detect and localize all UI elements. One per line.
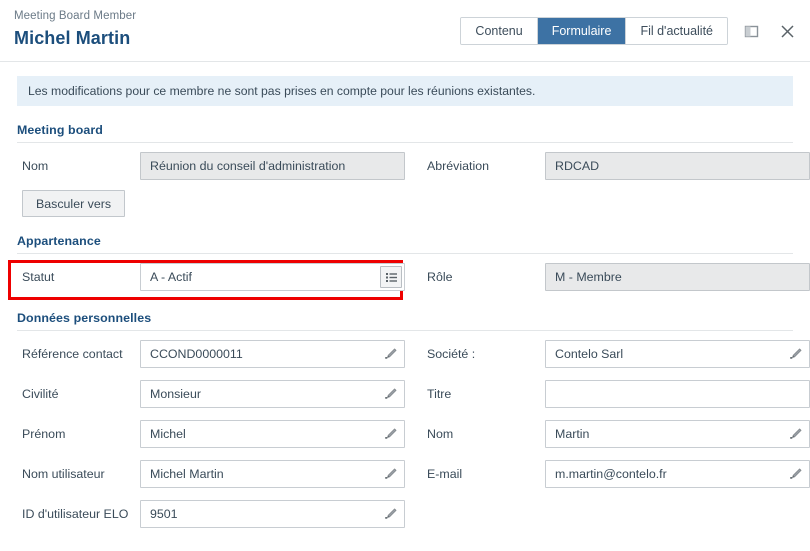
field-label-id-d-utilisateur-elo: ID d'utilisateur ELO: [22, 507, 129, 521]
field-nom-utilisateur: Nom utilisateur Michel Martin: [17, 460, 405, 488]
pencil-icon[interactable]: [381, 424, 401, 444]
field-prenom: Prénom Michel: [17, 420, 405, 448]
pencil-icon[interactable]: [786, 424, 806, 444]
field-nom: Nom Réunion du conseil d'administration: [17, 152, 405, 180]
field-text-statut: A - Actif: [150, 270, 193, 284]
pencil-icon[interactable]: [381, 344, 401, 364]
tab-contenu[interactable]: Contenu: [461, 18, 538, 44]
field-label-societe: Société :: [427, 347, 476, 361]
field-id-d-utilisateur-elo: ID d'utilisateur ELO 9501: [17, 500, 405, 528]
field-nom: Nom Martin: [422, 420, 810, 448]
close-icon[interactable]: [774, 18, 800, 44]
pencil-icon[interactable]: [786, 344, 806, 364]
restore-window-icon[interactable]: [738, 18, 764, 44]
page-header: Meeting Board Member Michel Martin Conte…: [0, 0, 810, 62]
field-societe: Société : Contelo Sarl: [422, 340, 810, 368]
field-value-nom: Réunion du conseil d'administration: [140, 152, 405, 180]
section-meeting-board: Meeting board Nom Réunion du conseil d'a…: [17, 106, 810, 217]
field-value-statut[interactable]: A - Actif: [140, 263, 405, 291]
field-value-e-mail[interactable]: m.martin@contelo.fr: [545, 460, 810, 488]
form-row: Nom Réunion du conseil d'administration …: [17, 149, 810, 183]
field-text-nom: Réunion du conseil d'administration: [150, 159, 346, 173]
field-text-prenom: Michel: [150, 427, 186, 441]
info-banner-text: Les modifications pour ce membre ne sont…: [28, 84, 536, 98]
field-label-nom-utilisateur: Nom utilisateur: [22, 467, 105, 481]
field-text-nom-utilisateur: Michel Martin: [150, 467, 224, 481]
form-row: Prénom Michel Nom Martin: [17, 417, 810, 451]
section-title-appartenance: Appartenance: [17, 217, 793, 254]
field-label-prenom: Prénom: [22, 427, 66, 441]
pencil-icon[interactable]: [381, 504, 401, 524]
field-reference-contact: Référence contact CCOND0000011: [17, 340, 405, 368]
field-abreviation: Abréviation RDCAD: [422, 152, 810, 180]
pencil-icon[interactable]: [381, 464, 401, 484]
form-row: Nom utilisateur Michel Martin E-mail m.mart…: [17, 457, 810, 491]
section-appartenance: Appartenance Statut A - Actif Rôle M - M…: [8, 217, 810, 300]
info-banner: Les modifications pour ce membre ne sont…: [17, 76, 793, 106]
field-label-e-mail: E-mail: [427, 467, 463, 481]
field-value-abreviation: RDCAD: [545, 152, 810, 180]
field-value-prenom[interactable]: Michel: [140, 420, 405, 448]
field-statut: Statut A - Actif: [17, 263, 405, 291]
field-value-role: M - Membre: [545, 263, 810, 291]
list-icon[interactable]: [380, 266, 402, 288]
field-value-societe[interactable]: Contelo Sarl: [545, 340, 810, 368]
pencil-icon[interactable]: [786, 464, 806, 484]
personal-data-rows: Référence contact CCOND0000011 Société : Co…: [17, 337, 810, 531]
field-label-titre: Titre: [427, 387, 452, 401]
field-e-mail: E-mail m.martin@contelo.fr: [422, 460, 810, 488]
view-tabs: Contenu Formulaire Fil d'actualité: [460, 17, 728, 45]
form-row: Statut A - Actif Rôle M - Membre: [17, 260, 810, 294]
field-civilite: Civilité Monsieur: [17, 380, 405, 408]
field-text-reference-contact: CCOND0000011: [150, 347, 243, 361]
field-value-titre[interactable]: [545, 380, 810, 408]
form-row: Référence contact CCOND0000011 Société : Co…: [17, 337, 810, 371]
field-value-reference-contact[interactable]: CCOND0000011: [140, 340, 405, 368]
field-text-role: M - Membre: [555, 270, 622, 284]
header-controls: Contenu Formulaire Fil d'actualité: [460, 17, 800, 45]
field-text-e-mail: m.martin@contelo.fr: [555, 467, 667, 481]
meeting-board-member-form: Meeting Board Member Michel Martin Conte…: [0, 0, 810, 551]
field-value-civilite[interactable]: Monsieur: [140, 380, 405, 408]
field-titre: Titre: [422, 380, 810, 408]
field-text-societe: Contelo Sarl: [555, 347, 624, 361]
field-role: Rôle M - Membre: [422, 263, 810, 291]
field-value-id-d-utilisateur-elo[interactable]: 9501: [140, 500, 405, 528]
switch-to-button[interactable]: Basculer vers: [22, 190, 126, 217]
field-label-role: Rôle: [427, 270, 453, 284]
field-text-id-d-utilisateur-elo: 9501: [150, 507, 178, 521]
field-label-nom: Nom: [22, 159, 49, 173]
field-text-abreviation: RDCAD: [555, 159, 600, 173]
section-title-meeting-board: Meeting board: [17, 106, 793, 143]
form-row: Civilité Monsieur Titre: [17, 377, 810, 411]
tab-formulaire[interactable]: Formulaire: [537, 18, 627, 44]
section-title-donnees-personnelles: Données personnelles: [17, 294, 793, 331]
pencil-icon[interactable]: [381, 384, 401, 404]
field-value-nom-utilisateur[interactable]: Michel Martin: [140, 460, 405, 488]
section-donnees-personnelles: Données personnelles Référence contact CC…: [17, 294, 810, 531]
field-label-civilite: Civilité: [22, 387, 59, 401]
field-value-nom[interactable]: Martin: [545, 420, 810, 448]
field-text-civilite: Monsieur: [150, 387, 201, 401]
tab-fil-dactualite[interactable]: Fil d'actualité: [626, 18, 727, 44]
field-label-abreviation: Abréviation: [427, 159, 489, 173]
field-label-reference-contact: Référence contact: [22, 347, 123, 361]
field-label-statut: Statut: [22, 270, 55, 284]
form-row: ID d'utilisateur ELO 9501: [17, 497, 793, 531]
field-label-nom: Nom: [427, 427, 454, 441]
field-text-nom: Martin: [555, 427, 590, 441]
